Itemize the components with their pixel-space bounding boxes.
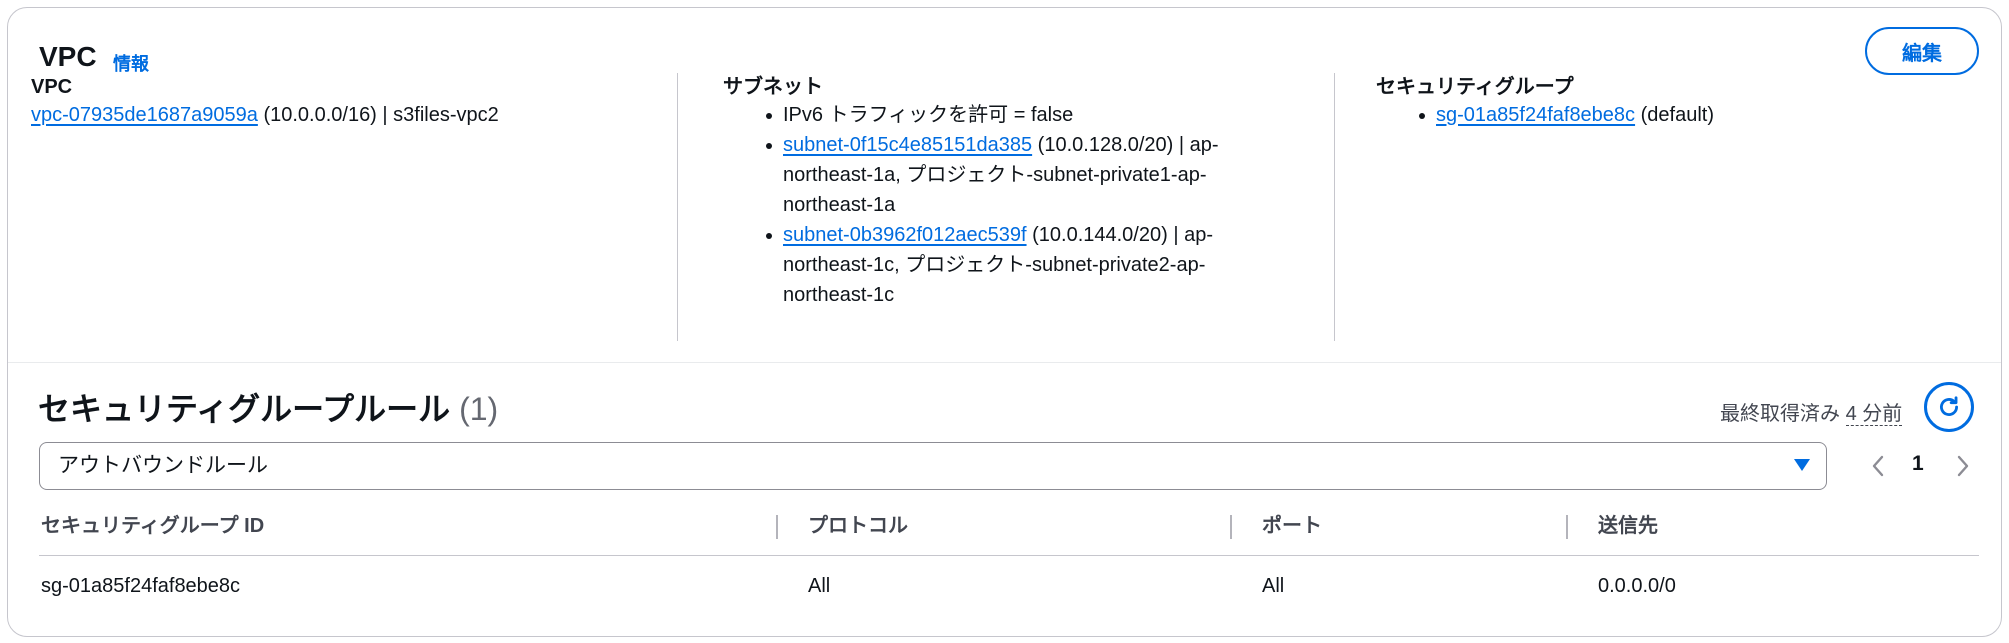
last-fetched-value[interactable]: 4 分前 bbox=[1845, 403, 1903, 426]
column-resizer[interactable] bbox=[1566, 515, 1568, 539]
table-cell: All bbox=[808, 575, 831, 597]
section-divider bbox=[8, 362, 2001, 363]
sg-detail: (default) bbox=[1635, 104, 1714, 126]
table-cell: 0.0.0.0/0 bbox=[1598, 575, 1676, 597]
sg-list: sg-01a85f24faf8ebe8c (default) bbox=[1419, 100, 1714, 130]
last-fetched: 最終取得済み 4 分前 bbox=[1720, 397, 1903, 426]
info-link[interactable]: 情報 bbox=[113, 50, 149, 76]
subnet-list: IPv6 トラフィックを許可 = false subnet-0f15c4e851… bbox=[766, 100, 1283, 310]
vpc-column-title: VPC bbox=[31, 76, 73, 98]
column-divider bbox=[1334, 73, 1335, 341]
column-header[interactable]: セキュリティグループ ID bbox=[41, 512, 264, 540]
chevron-left-icon bbox=[1872, 455, 1884, 477]
vpc-panel: VPC 情報 編集 VPC vpc-07935de1687a9059a (10.… bbox=[7, 7, 2002, 637]
column-resizer[interactable] bbox=[1230, 515, 1232, 539]
subnet-link[interactable]: subnet-0f15c4e85151da385 bbox=[783, 134, 1032, 156]
subnet-detail: northeast-1c bbox=[783, 284, 895, 306]
subnet-item: subnet-0b3962f012aec539f (10.0.144.0/20)… bbox=[766, 220, 1283, 310]
rule-direction-select[interactable]: アウトバウンドルール bbox=[39, 442, 1827, 490]
column-header[interactable]: プロトコル bbox=[808, 512, 908, 540]
table-cell: sg-01a85f24faf8ebe8c bbox=[41, 575, 241, 597]
sg-column-title: セキュリティグループ bbox=[1376, 76, 1574, 98]
subnet-column-title: サブネット bbox=[723, 76, 823, 98]
subnet-detail: northeast-1a, プロジェクト-subnet-private1-ap- bbox=[783, 164, 1207, 186]
caret-down-icon bbox=[1794, 459, 1810, 471]
subnet-item: subnet-0f15c4e85151da385 (10.0.128.0/20)… bbox=[766, 130, 1283, 220]
select-value: アウトバウンドルール bbox=[58, 454, 268, 477]
subnet-link[interactable]: subnet-0b3962f012aec539f bbox=[783, 224, 1027, 246]
vpc-detail: (10.0.0.0/16) | s3files-vpc2 bbox=[263, 104, 499, 126]
rules-title: セキュリティグループルール (1) bbox=[38, 389, 498, 429]
vpc-id-link[interactable]: vpc-07935de1687a9059a bbox=[31, 104, 258, 126]
vpc-value: vpc-07935de1687a9059a (10.0.0.0/16) | s3… bbox=[31, 100, 499, 130]
last-fetched-label: 最終取得済み bbox=[1720, 403, 1840, 425]
refresh-icon bbox=[1940, 396, 1958, 416]
subnet-detail: (10.0.144.0/20) | ap- bbox=[1026, 224, 1213, 246]
column-header[interactable]: ポート bbox=[1262, 512, 1322, 540]
column-header[interactable]: 送信先 bbox=[1598, 512, 1658, 540]
column-resizer[interactable] bbox=[776, 515, 778, 539]
sg-link[interactable]: sg-01a85f24faf8ebe8c bbox=[1436, 104, 1635, 126]
subnet-detail: (10.0.128.0/20) | ap- bbox=[1032, 134, 1219, 156]
subnet-detail: northeast-1a bbox=[783, 194, 896, 216]
table-cell: All bbox=[1262, 575, 1285, 597]
chevron-right-icon bbox=[1957, 455, 1969, 477]
rules-title-text: セキュリティグループルール bbox=[38, 391, 451, 427]
ipv6-item: IPv6 トラフィックを許可 = false bbox=[766, 100, 1283, 130]
table-header-divider bbox=[39, 555, 1979, 556]
edit-button[interactable]: 編集 bbox=[1865, 27, 1979, 75]
pagination-next[interactable] bbox=[1956, 455, 1970, 482]
sg-item: sg-01a85f24faf8ebe8c (default) bbox=[1419, 100, 1714, 130]
rules-count: (1) bbox=[459, 391, 499, 427]
subnet-detail: northeast-1c, プロジェクト-subnet-private2-ap- bbox=[783, 254, 1206, 276]
pagination-prev[interactable] bbox=[1871, 455, 1885, 482]
refresh-button[interactable] bbox=[1924, 382, 1974, 432]
section-title: VPC bbox=[39, 41, 97, 72]
column-divider bbox=[677, 73, 678, 341]
pagination-page[interactable]: 1 bbox=[1912, 452, 1924, 476]
